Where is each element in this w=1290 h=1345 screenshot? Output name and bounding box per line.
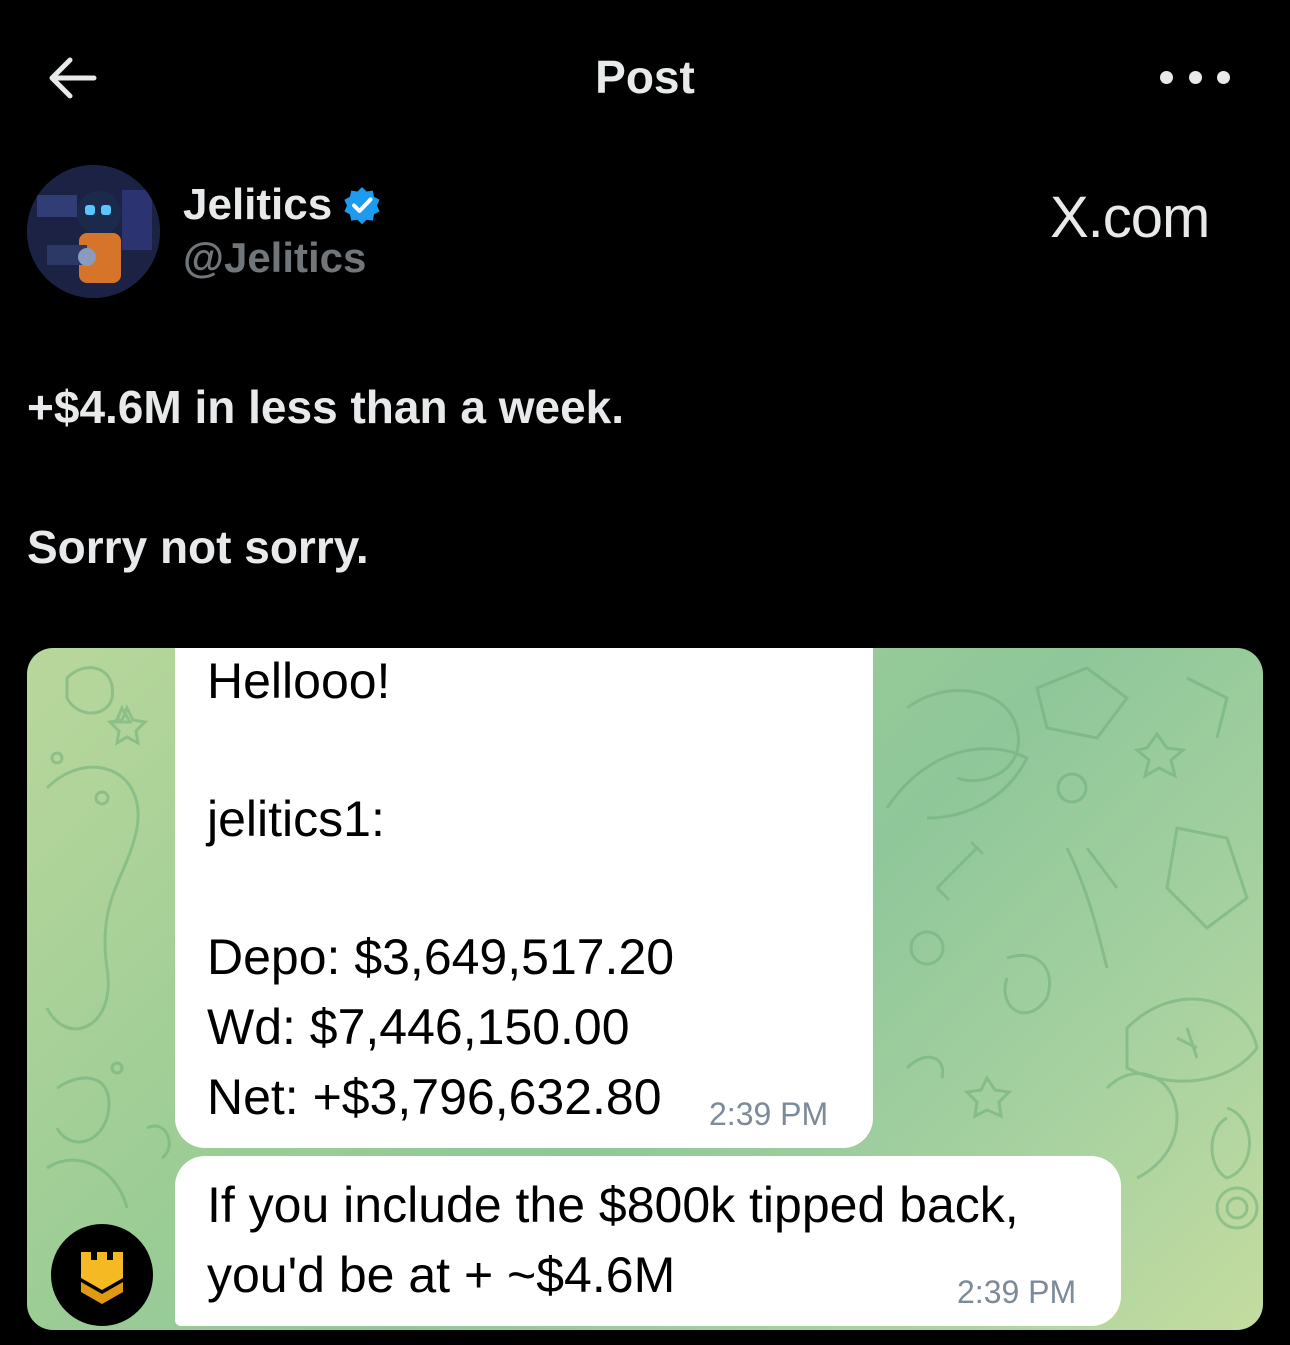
more-options-button[interactable] (1160, 60, 1230, 94)
message-line: Depo: $3,649,517.20 (207, 929, 675, 985)
message-line: Hellooo! (207, 653, 391, 709)
top-bar: Post (0, 0, 1290, 150)
author-handle[interactable]: @Jelitics (183, 234, 366, 282)
author-name[interactable]: Jelitics (183, 180, 332, 230)
chat-message-2: If you include the $800k tipped back, yo… (175, 1156, 1121, 1326)
message-line: Wd: $7,446,150.00 (207, 999, 630, 1055)
post-image[interactable]: Hellooo! jelitics1: Depo: $3,649,517.20 … (27, 648, 1263, 1330)
verified-badge-icon (344, 187, 380, 225)
castle-logo-icon (81, 1252, 123, 1304)
page-title: Post (595, 51, 695, 103)
more-dot (1217, 70, 1230, 84)
message-line: you'd be at + ~$4.6M (207, 1247, 676, 1303)
sender-avatar (51, 1224, 153, 1326)
message-line: Net: +$3,796,632.80 (207, 1069, 662, 1125)
post-text-line-2: Sorry not sorry. (27, 521, 369, 573)
message-time: 2:39 PM (709, 1096, 829, 1132)
avatar-illustration (27, 165, 160, 298)
more-dot (1188, 70, 1202, 84)
message-time: 2:39 PM (957, 1274, 1077, 1310)
more-horizontal-icon (1160, 70, 1173, 84)
author-name-row: Jelitics (183, 180, 382, 230)
message-line: If you include the $800k tipped back, (207, 1177, 1019, 1233)
message-line: jelitics1: (207, 791, 385, 847)
author-avatar[interactable] (27, 165, 160, 298)
post-text-line-1: +$4.6M in less than a week. (27, 381, 625, 433)
source-label: X.com (1050, 185, 1210, 250)
chat-message-1: Hellooo! jelitics1: Depo: $3,649,517.20 … (175, 648, 873, 1148)
